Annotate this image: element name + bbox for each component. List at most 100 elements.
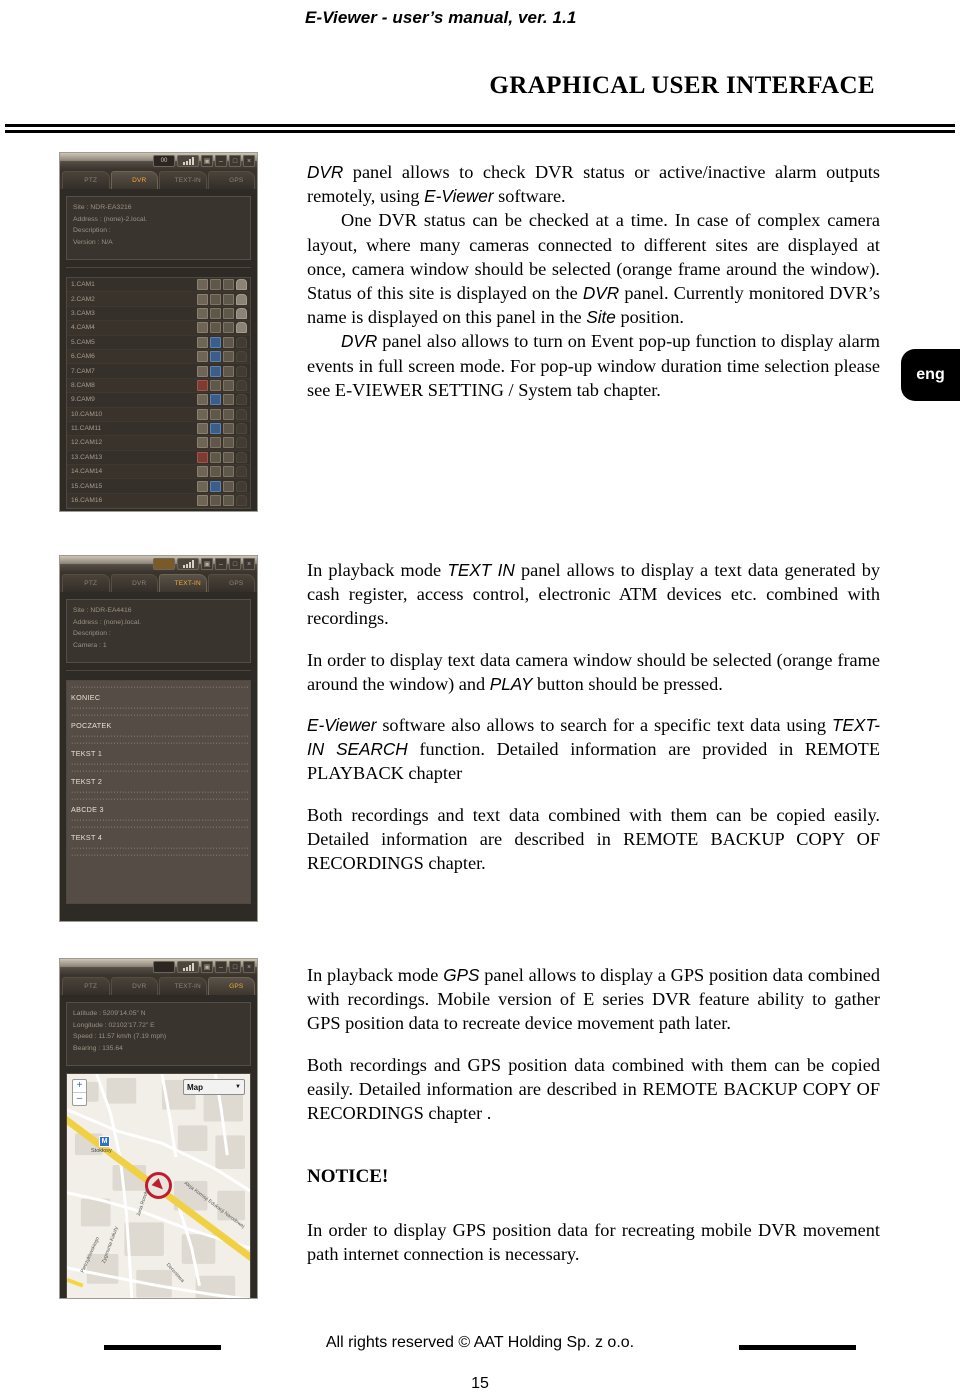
textin-panel-screenshot: ▣ – □ × PTZ DVR TEXT-IN GPS Site: NDR-E…	[59, 555, 258, 922]
table-row[interactable]: 12.CAM12	[67, 436, 250, 451]
textin-icon	[165, 983, 173, 991]
ptz-icon	[74, 983, 82, 991]
gps-panel-screenshot: ▣ – □ × PTZ DVR TEXT-IN GPS Latitude: 5…	[59, 958, 258, 1299]
pin-icon[interactable]: ▣	[201, 155, 213, 167]
video-loss-icon	[223, 466, 234, 478]
map-zoom-control[interactable]: + –	[72, 1079, 87, 1106]
ptz-icon	[74, 580, 82, 588]
metro-station-label: Stokłosy	[91, 1148, 112, 1154]
gps-map[interactable]: + – Map ▼ M Stokłosy Aleja Komisji Eduka…	[66, 1073, 251, 1298]
video-loss-icon	[223, 437, 234, 449]
tab-dvr[interactable]: DVR	[110, 574, 158, 592]
list-item[interactable]: TEKST 4	[71, 831, 250, 845]
signal-pill	[177, 558, 199, 570]
tab-gps[interactable]: GPS	[207, 574, 255, 592]
motion-icon	[210, 394, 221, 406]
camera-status-icons	[197, 351, 250, 363]
table-row[interactable]: 4.CAM4	[67, 321, 250, 336]
gps-speed: Speed : 11.57 km/h (7.19 mph)	[73, 1033, 167, 1040]
tab-dvr[interactable]: DVR	[110, 171, 158, 189]
table-row[interactable]: 8.CAM8	[67, 378, 250, 394]
dvr-paragraph-1: DVR panel allows to check DVR status or …	[307, 160, 880, 208]
dvr-p1-tail: software.	[493, 186, 566, 207]
table-row[interactable]: 16.CAM16	[67, 493, 250, 509]
zoom-out-button[interactable]: –	[73, 1093, 86, 1105]
tab-gps[interactable]: GPS	[207, 171, 255, 189]
text-separator: ········································…	[71, 796, 251, 803]
close-icon[interactable]: ×	[243, 558, 255, 570]
close-icon[interactable]: ×	[243, 155, 255, 167]
motion-icon	[210, 480, 221, 492]
table-row[interactable]: 3.CAM3	[67, 307, 250, 322]
close-icon[interactable]: ×	[243, 961, 255, 973]
minimize-icon[interactable]: –	[215, 961, 227, 973]
maximize-icon[interactable]: □	[229, 961, 241, 973]
tab-ptz[interactable]: PTZ	[62, 977, 110, 995]
tab-textin[interactable]: TEXT-IN	[159, 977, 207, 995]
tab-ptz[interactable]: PTZ	[62, 171, 110, 189]
table-row[interactable]: 9.CAM9	[67, 393, 250, 408]
tab-textin[interactable]: TEXT-IN	[159, 171, 207, 189]
table-row[interactable]: 14.CAM14	[67, 465, 250, 480]
dvr-titlebar: 00 ▣ – □ ×	[60, 153, 257, 169]
text-separator: ········································…	[71, 789, 251, 796]
table-row[interactable]: 2.CAM2	[67, 292, 250, 307]
maximize-icon[interactable]: □	[229, 155, 241, 167]
zoom-in-button[interactable]: +	[73, 1080, 86, 1093]
camera-name: 15.CAM15	[71, 482, 103, 490]
record-icon	[197, 423, 208, 435]
term-text-in: TEXT IN	[447, 560, 515, 580]
list-item[interactable]: TEKST 2	[71, 775, 250, 789]
info-description: Description :	[73, 227, 111, 234]
table-row[interactable]: 15.CAM15	[67, 479, 250, 494]
list-item[interactable]: POCZATEK	[71, 719, 250, 733]
alarm-icon	[236, 394, 247, 406]
maximize-icon[interactable]: □	[229, 558, 241, 570]
gps-paragraph-1: In playback mode GPS panel allows to dis…	[307, 963, 880, 1036]
tab-dvr[interactable]: DVR	[110, 977, 158, 995]
tab-ptz[interactable]: PTZ	[62, 574, 110, 592]
record-icon	[197, 480, 208, 492]
tab-textin-label: TEXT-IN	[174, 177, 201, 184]
minimize-icon[interactable]: –	[215, 155, 227, 167]
language-tab-eng[interactable]: eng	[901, 349, 960, 401]
motion-icon	[210, 437, 221, 449]
camera-status-icons	[197, 408, 250, 420]
term-dvr: DVR	[307, 162, 344, 182]
table-row[interactable]: 6.CAM6	[67, 349, 250, 365]
tab-gps[interactable]: GPS	[207, 977, 255, 995]
record-icon	[197, 495, 208, 507]
text-separator: ········································…	[71, 768, 251, 775]
table-row[interactable]: 7.CAM7	[67, 364, 250, 379]
table-row[interactable]: 1.CAM1	[67, 278, 250, 293]
video-loss-icon	[223, 307, 234, 319]
pin-icon[interactable]: ▣	[201, 558, 213, 570]
table-row[interactable]: 11.CAM11	[67, 422, 250, 437]
table-row[interactable]: 10.CAM10	[67, 407, 250, 422]
record-icon	[197, 451, 208, 463]
video-loss-icon	[223, 351, 234, 363]
page-title: GRAPHICAL USER INTERFACE	[489, 72, 875, 99]
minimize-icon[interactable]: –	[215, 558, 227, 570]
camera-status-icons	[197, 451, 250, 463]
gps-panel-tabs: PTZ DVR TEXT-IN GPS	[60, 975, 257, 995]
text-separator: ········································…	[71, 845, 251, 852]
list-item[interactable]: KONIEC	[71, 691, 250, 705]
tab-textin[interactable]: TEXT-IN	[159, 574, 207, 592]
table-row[interactable]: 13.CAM13	[67, 451, 250, 466]
status-pill	[153, 961, 175, 973]
notice-paragraph: In order to display GPS position data fo…	[307, 1220, 880, 1265]
table-row[interactable]: 5.CAM5	[67, 336, 250, 350]
map-type-select[interactable]: Map ▼	[183, 1079, 245, 1095]
list-item[interactable]: ABCDE 3	[71, 803, 250, 817]
info-address: Address : (none)-2.local.	[73, 215, 148, 223]
camera-name: 14.CAM14	[71, 468, 103, 476]
pin-icon[interactable]: ▣	[201, 961, 213, 973]
gps-text-block: In playback mode GPS panel allows to dis…	[307, 963, 880, 1125]
record-icon	[197, 322, 208, 334]
textin-p2-c: button should be pressed.	[532, 673, 723, 694]
motion-icon	[210, 336, 221, 348]
text-separator: ········································…	[71, 817, 251, 824]
record-icon	[197, 408, 208, 420]
list-item[interactable]: TEKST 1	[71, 747, 250, 761]
